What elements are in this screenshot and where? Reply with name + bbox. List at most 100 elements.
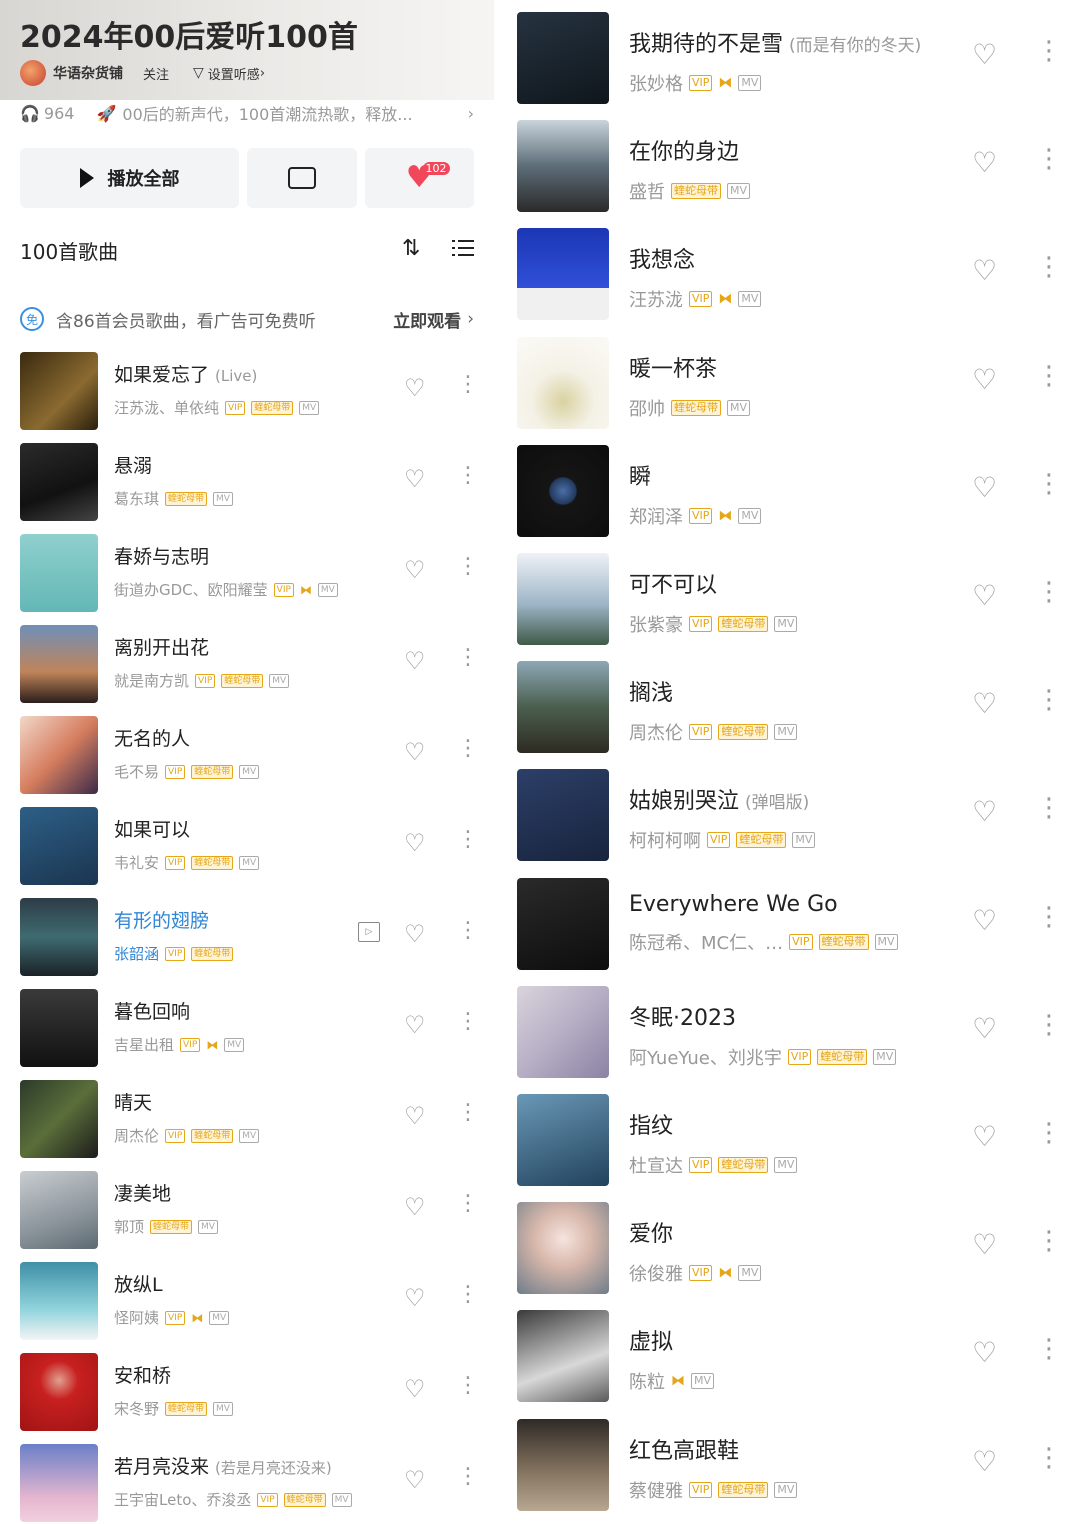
more-icon[interactable]: ⋮ xyxy=(457,1193,479,1215)
more-icon[interactable]: ⋮ xyxy=(457,556,479,578)
mv-badge[interactable]: MV xyxy=(774,1481,798,1498)
song-row[interactable]: 凄美地 郭顶 蝰蛇母带 MV ♡ ⋮ xyxy=(0,1169,494,1249)
song-row[interactable]: 无名的人 毛不易 VIP 蝰蛇母带 MV ♡ ⋮ xyxy=(0,714,494,794)
more-icon[interactable]: ⋮ xyxy=(1036,38,1062,64)
like-heart-icon[interactable]: ♡ xyxy=(972,38,997,71)
more-icon[interactable]: ⋮ xyxy=(457,920,479,942)
like-heart-icon[interactable]: ♡ xyxy=(404,920,426,948)
song-row[interactable]: 搁浅 周杰伦 VIP 蝰蛇母带 MV ♡ ⋮ xyxy=(508,661,1080,754)
like-heart-icon[interactable]: ♡ xyxy=(404,1375,426,1403)
sort-icon[interactable]: ⇅ xyxy=(402,236,420,261)
mv-badge[interactable]: MV xyxy=(331,1492,352,1507)
song-row[interactable]: 红色高跟鞋 蔡健雅 VIP 蝰蛇母带 MV ♡ ⋮ xyxy=(508,1418,1080,1511)
like-heart-icon[interactable]: ♡ xyxy=(972,795,997,828)
album-cover[interactable] xyxy=(517,1094,609,1186)
song-row[interactable]: 离别开出花 就是南方凯 VIP 蝰蛇母带 MV ♡ ⋮ xyxy=(0,623,494,703)
more-icon[interactable]: ⋮ xyxy=(457,1466,479,1488)
song-row[interactable]: 暮色回响 吉星出租 VIP ⧓ MV ♡ ⋮ xyxy=(0,987,494,1067)
more-icon[interactable]: ⋮ xyxy=(457,1011,479,1033)
like-heart-icon[interactable]: ♡ xyxy=(404,1466,426,1494)
like-heart-icon[interactable]: ♡ xyxy=(404,647,426,675)
album-cover[interactable] xyxy=(517,553,609,645)
song-row[interactable]: 指纹 杜宣达 VIP 蝰蛇母带 MV ♡ ⋮ xyxy=(508,1094,1080,1186)
more-icon[interactable]: ⋮ xyxy=(457,1102,479,1124)
album-cover[interactable] xyxy=(20,716,98,794)
album-cover[interactable] xyxy=(20,625,98,703)
album-cover[interactable] xyxy=(517,228,609,321)
album-cover[interactable] xyxy=(517,1418,609,1511)
like-heart-icon[interactable]: ♡ xyxy=(972,471,997,504)
album-cover[interactable] xyxy=(20,1080,98,1158)
song-row[interactable]: Everywhere We Go 陈冠希、MC仁、… VIP 蝰蛇母带 MV ♡ ⋮ xyxy=(508,877,1080,970)
album-cover[interactable] xyxy=(517,12,609,104)
album-cover[interactable] xyxy=(20,807,98,885)
follow-button[interactable]: 关注 xyxy=(143,64,169,83)
album-cover[interactable] xyxy=(20,1444,98,1522)
mv-badge[interactable]: MV xyxy=(209,1310,230,1325)
like-heart-icon[interactable]: ♡ xyxy=(972,363,997,396)
song-row[interactable]: 冬眠·2023 阿YueYue、刘兆宇 VIP 蝰蛇母带 MV ♡ ⋮ xyxy=(508,985,1080,1078)
song-row[interactable]: 虚拟 陈粒 ⧓ MV ♡ ⋮ xyxy=(508,1310,1080,1403)
more-icon[interactable]: ⋮ xyxy=(1036,1228,1062,1254)
more-icon[interactable]: ⋮ xyxy=(457,647,479,669)
stats-row[interactable]: 🎧 964 🚀 00后的新声代，100首潮流热歌，释放... › xyxy=(20,100,474,126)
song-row[interactable]: 我期待的不是雪 (而是有你的冬天) 张妙格 VIP ⧓ MV ♡ ⋮ xyxy=(508,12,1080,104)
album-cover[interactable] xyxy=(517,985,609,1078)
song-row[interactable]: 安和桥 宋冬野 蝰蛇母带 MV ♡ ⋮ xyxy=(0,1351,494,1431)
mv-badge[interactable]: MV xyxy=(738,507,762,524)
tune-button[interactable]: ▽ 设置听感 › xyxy=(193,64,265,83)
song-row[interactable]: 春娇与志明 街道办GDC、欧阳耀莹 VIP ⧓ MV ♡ ⋮ xyxy=(0,532,494,612)
mv-badge[interactable]: MV xyxy=(269,673,290,688)
like-heart-icon[interactable]: ♡ xyxy=(404,1102,426,1130)
song-row[interactable]: 在你的身边 盛哲 蝰蛇母带 MV ♡ ⋮ xyxy=(508,120,1080,213)
more-icon[interactable]: ⋮ xyxy=(457,1284,479,1306)
album-cover[interactable] xyxy=(20,1171,98,1249)
mv-badge[interactable]: MV xyxy=(873,1048,897,1065)
mv-badge[interactable]: MV xyxy=(792,832,816,849)
vip-banner[interactable]: 免 含86首会员歌曲，看广告可免费听 立即观看 › xyxy=(20,304,474,334)
favorite-button[interactable]: ♥ 102 xyxy=(364,148,474,208)
more-icon[interactable]: ⋮ xyxy=(1036,471,1062,497)
song-row[interactable]: 可不可以 张紫豪 VIP 蝰蛇母带 MV ♡ ⋮ xyxy=(508,553,1080,645)
album-cover[interactable] xyxy=(20,443,98,521)
like-heart-icon[interactable]: ♡ xyxy=(404,1193,426,1221)
mv-badge[interactable]: MV xyxy=(874,933,898,950)
more-icon[interactable]: ⋮ xyxy=(1036,795,1062,821)
watch-now-link[interactable]: 立即观看 xyxy=(393,307,461,332)
song-row[interactable]: 爱你 徐俊雅 VIP ⧓ MV ♡ ⋮ xyxy=(508,1202,1080,1295)
mv-badge[interactable]: MV xyxy=(774,1157,798,1173)
mv-badge[interactable]: MV xyxy=(727,399,751,416)
mv-badge[interactable]: MV xyxy=(774,724,798,741)
album-cover[interactable] xyxy=(517,1310,609,1403)
more-icon[interactable]: ⋮ xyxy=(1036,1445,1062,1471)
more-icon[interactable]: ⋮ xyxy=(457,1375,479,1397)
mv-badge[interactable]: MV xyxy=(317,582,338,597)
song-row[interactable]: 晴天 周杰伦 VIP 蝰蛇母带 MV ♡ ⋮ xyxy=(0,1078,494,1158)
like-heart-icon[interactable]: ♡ xyxy=(972,1120,997,1153)
mv-badge[interactable]: MV xyxy=(213,491,233,506)
mv-badge[interactable]: MV xyxy=(239,764,260,779)
creator-avatar[interactable] xyxy=(20,60,46,86)
like-heart-icon[interactable]: ♡ xyxy=(404,829,426,857)
like-heart-icon[interactable]: ♡ xyxy=(972,904,997,937)
more-icon[interactable]: ⋮ xyxy=(1036,904,1062,930)
more-icon[interactable]: ⋮ xyxy=(457,738,479,760)
mv-badge[interactable]: MV xyxy=(198,1219,218,1234)
mv-badge[interactable]: MV xyxy=(239,1128,260,1143)
mv-badge[interactable]: MV xyxy=(691,1373,715,1390)
album-cover[interactable] xyxy=(517,1202,609,1295)
song-row[interactable]: 有形的翅膀 张韶涵 VIP 蝰蛇母带 ▷ ♡ ⋮ xyxy=(0,896,494,976)
like-heart-icon[interactable]: ♡ xyxy=(404,1284,426,1312)
album-cover[interactable] xyxy=(20,1262,98,1340)
song-row[interactable]: 姑娘别哭泣 (弹唱版) 柯柯柯啊 VIP 蝰蛇母带 MV ♡ ⋮ xyxy=(508,769,1080,862)
album-cover[interactable] xyxy=(20,352,98,430)
album-cover[interactable] xyxy=(517,444,609,537)
album-cover[interactable] xyxy=(20,898,98,976)
like-heart-icon[interactable]: ♡ xyxy=(404,374,426,402)
creator-name[interactable]: 华语杂货铺 xyxy=(53,63,123,83)
song-row[interactable]: 若月亮没来 (若是月亮还没来) 王宇宙Leto、乔浚丞 VIP 蝰蛇母带 MV ♡ ⋮ xyxy=(0,1442,494,1522)
album-cover[interactable] xyxy=(20,534,98,612)
song-row[interactable]: 暖一杯茶 邵帅 蝰蛇母带 MV ♡ ⋮ xyxy=(508,336,1080,429)
mv-badge[interactable]: MV xyxy=(299,400,320,415)
comment-button[interactable] xyxy=(247,148,357,208)
